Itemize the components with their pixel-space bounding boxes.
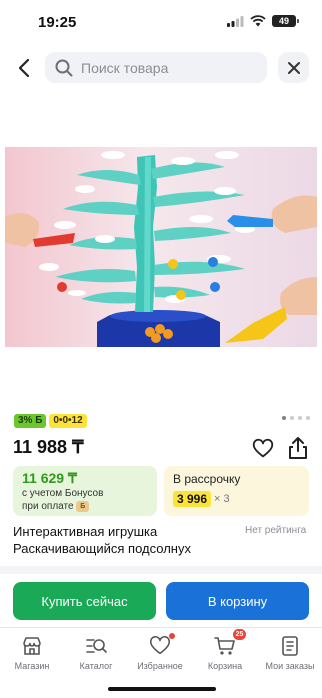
search-input[interactable] <box>81 59 251 76</box>
installment-row: 3 996 × 3 <box>173 491 300 507</box>
heart-icon <box>252 438 274 458</box>
cart-icon: 25 <box>214 629 246 657</box>
home-indicator <box>108 687 216 691</box>
tab-shop[interactable]: Магазин <box>0 635 64 671</box>
product-rating[interactable]: Нет рейтинга <box>245 525 306 536</box>
tab-label: Корзина <box>207 661 243 671</box>
add-to-cart-button[interactable]: В корзину <box>166 582 309 620</box>
bonus-price: 11 629 ₸ <box>22 470 77 486</box>
installment-amount: 3 996 <box>173 491 212 507</box>
tab-orders[interactable]: Мои заказы <box>258 635 322 671</box>
bonus-note-line2-row: при оплате Б <box>22 500 148 513</box>
share-button[interactable] <box>287 436 309 460</box>
bonus-coin-icon: Б <box>76 500 90 512</box>
cashback-badge: 3% Б <box>14 414 47 428</box>
pager-dot <box>298 416 302 420</box>
search-header <box>0 48 322 88</box>
product-photo <box>5 147 317 347</box>
signal-icon <box>227 15 244 27</box>
product-image[interactable] <box>5 147 317 347</box>
chevron-left-icon <box>18 58 30 78</box>
search-icon <box>55 59 73 76</box>
tab-label: Каталог <box>79 661 113 671</box>
heart-icon <box>149 633 175 657</box>
status-time: 19:25 <box>38 14 77 31</box>
shop-icon <box>21 635 43 657</box>
pager-dot <box>306 416 310 420</box>
battery-level: 49 <box>278 16 289 26</box>
pager-dot-active <box>282 416 286 420</box>
product-title: Интерактивная игрушка Раскачивающийся по… <box>13 524 191 556</box>
pager-dot <box>290 416 294 420</box>
tab-cart[interactable]: 25 Корзина <box>193 629 257 671</box>
favorites-dot-badge <box>169 633 175 639</box>
battery-icon: 49 <box>272 15 299 27</box>
status-icons: 49 <box>227 15 299 27</box>
search-box[interactable] <box>45 52 267 83</box>
status-bar: 19:25 49 <box>0 0 322 44</box>
share-icon <box>289 437 307 459</box>
bonus-note-line1: с учетом Бонусов <box>22 488 104 499</box>
tab-label: Мои заказы <box>265 661 315 671</box>
bonus-note-line2: при оплате <box>22 501 74 512</box>
favorite-button[interactable] <box>252 438 274 460</box>
back-button[interactable] <box>12 54 36 82</box>
installment-multiplier: × 3 <box>214 493 230 505</box>
tab-label: Избранное <box>137 661 183 671</box>
promo-badges: 3% Б 0•0•12 <box>14 414 87 428</box>
cart-count-badge: 25 <box>233 629 246 640</box>
product-price: 11 988 ₸ <box>13 437 84 457</box>
bonus-price-card[interactable]: 11 629 ₸ с учетом Бонусов при оплате Б <box>13 466 157 516</box>
catalog-search-icon <box>85 635 107 657</box>
buy-now-button[interactable]: Купить сейчас <box>13 582 156 620</box>
image-pager <box>282 416 310 420</box>
installment-badge: 0•0•12 <box>49 414 87 428</box>
installment-card[interactable]: В рассрочку 3 996 × 3 <box>164 466 309 516</box>
close-icon <box>287 61 300 74</box>
installment-title: В рассрочку <box>173 472 241 486</box>
tab-label: Магазин <box>14 661 50 671</box>
tab-catalog[interactable]: Каталог <box>64 635 128 671</box>
wifi-icon <box>250 15 266 27</box>
tab-favorites[interactable]: Избранное <box>128 633 192 671</box>
close-button[interactable] <box>278 52 309 83</box>
section-divider <box>0 566 322 574</box>
orders-icon <box>279 635 301 657</box>
